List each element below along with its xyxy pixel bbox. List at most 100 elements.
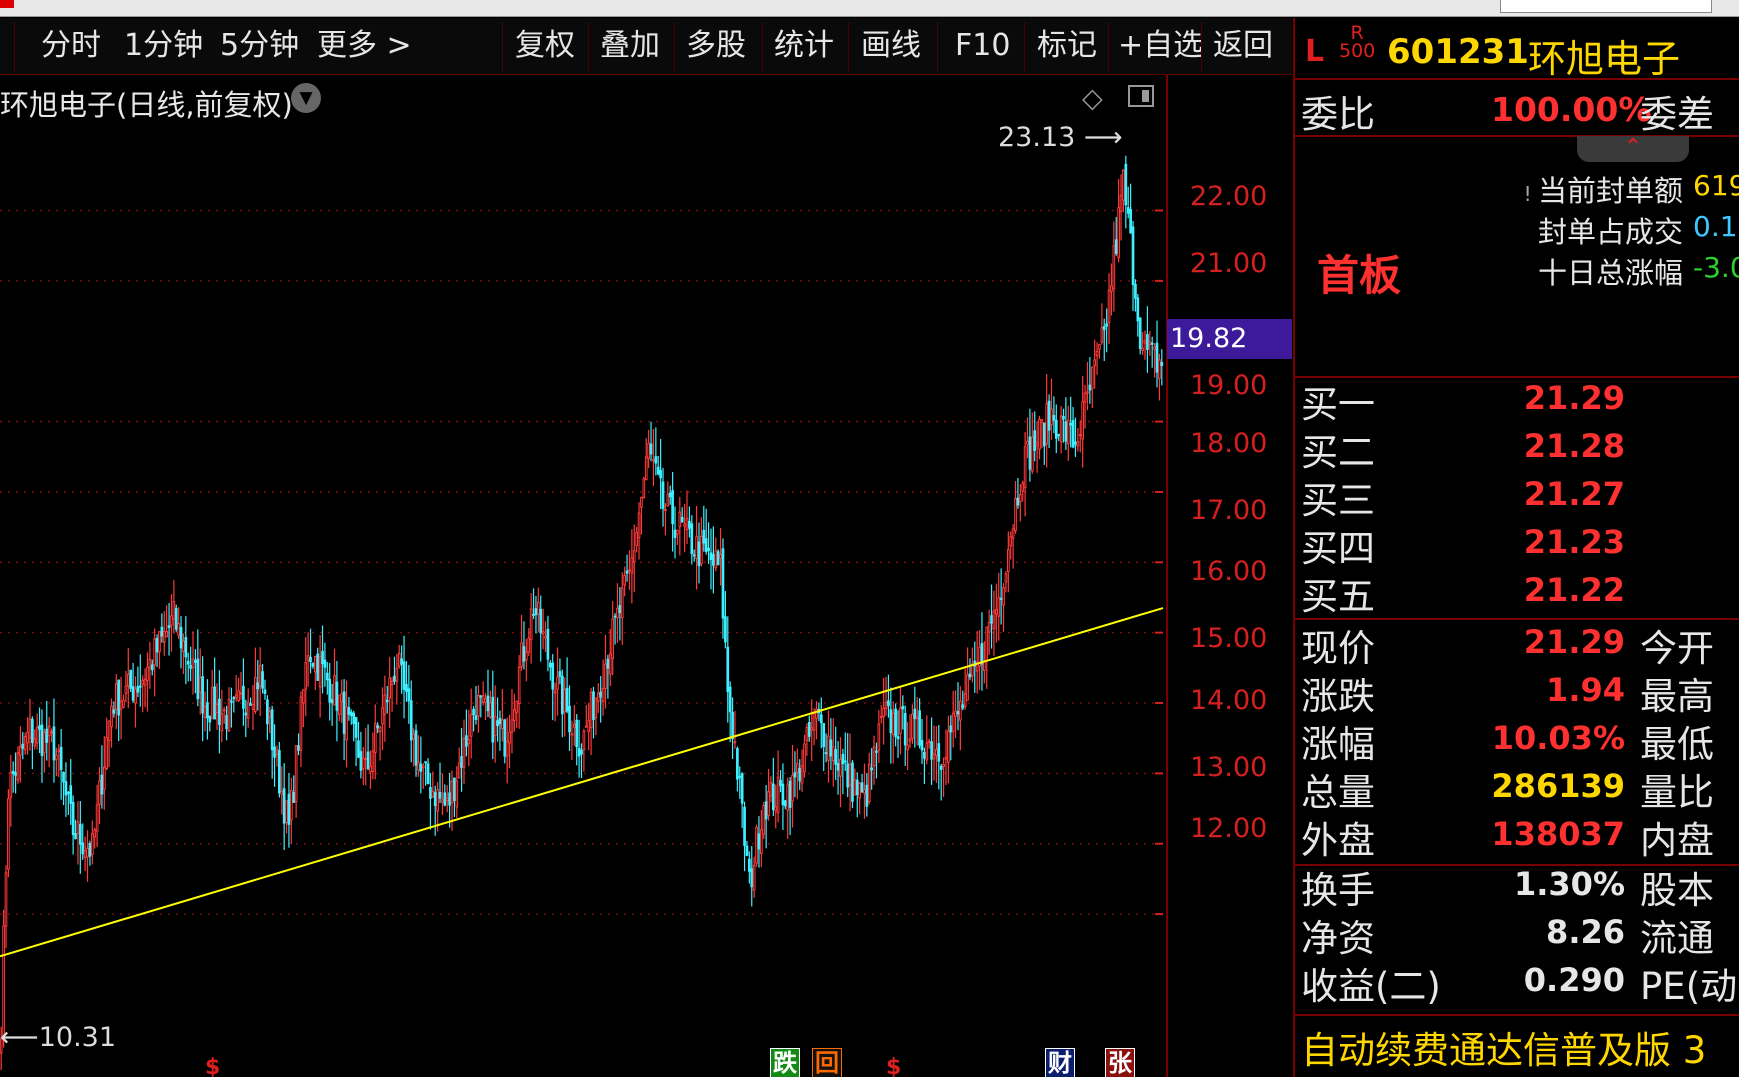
candle-body bbox=[618, 605, 622, 614]
candle-body bbox=[819, 714, 823, 724]
candle-body bbox=[911, 713, 914, 739]
candle-body bbox=[762, 804, 766, 835]
candle-body bbox=[505, 740, 509, 757]
candle-body bbox=[31, 719, 34, 744]
draw-line-button[interactable]: 画线 bbox=[861, 28, 921, 64]
diamond-icon[interactable]: ◇ bbox=[1082, 83, 1103, 114]
event-tag-buyback[interactable]: 回 bbox=[812, 1048, 842, 1077]
candle-body bbox=[592, 691, 595, 720]
stock-name: 环旭电子 bbox=[1528, 37, 1681, 81]
candle-body bbox=[764, 801, 768, 820]
overlay-button[interactable]: 叠加 bbox=[600, 28, 660, 64]
quote-value: 1.30% bbox=[1513, 865, 1625, 903]
candle-body bbox=[846, 763, 850, 788]
restore-rights-button[interactable]: 复权 bbox=[515, 28, 575, 64]
back-button[interactable]: 返回 bbox=[1213, 28, 1273, 64]
candle-body bbox=[577, 747, 581, 757]
candle-body bbox=[95, 804, 99, 832]
candle-body bbox=[534, 608, 538, 616]
chevron-down-icon[interactable]: ▼ bbox=[291, 83, 321, 113]
trend-line[interactable] bbox=[0, 607, 1164, 958]
mark-button[interactable]: 标记 bbox=[1037, 28, 1097, 64]
candle-body bbox=[767, 791, 770, 816]
candle-body bbox=[182, 640, 185, 652]
candle-body bbox=[1112, 245, 1116, 290]
scrolling-ticker[interactable]: 自动续费通达信普及版 3 bbox=[1301, 1020, 1706, 1074]
candle-body bbox=[40, 724, 44, 756]
candle-body bbox=[436, 788, 439, 812]
bid-level-label: 买三 bbox=[1301, 479, 1375, 522]
candle-body bbox=[1062, 415, 1065, 420]
dividend-mark[interactable]: $ bbox=[205, 1055, 220, 1077]
tab-5min[interactable]: 5分钟 bbox=[220, 28, 299, 64]
candle-body bbox=[839, 758, 842, 777]
candle-body bbox=[654, 456, 658, 464]
candle-body bbox=[697, 541, 701, 567]
candle-body bbox=[424, 761, 427, 764]
candle-body bbox=[43, 731, 46, 754]
candle-body bbox=[57, 749, 61, 752]
kline-plot[interactable] bbox=[0, 75, 1166, 1077]
multi-stock-button[interactable]: 多股 bbox=[686, 28, 746, 64]
candle-body bbox=[774, 806, 778, 812]
candle-body bbox=[184, 637, 188, 658]
add-watchlist-button[interactable]: +自选 bbox=[1118, 28, 1203, 64]
panel-toggle-icon[interactable] bbox=[1128, 85, 1154, 107]
candle-body bbox=[249, 703, 252, 706]
candle-body bbox=[1064, 421, 1068, 442]
candle-body bbox=[90, 833, 94, 855]
candle-body bbox=[266, 699, 269, 725]
candle-body bbox=[93, 829, 97, 838]
top-search-box[interactable] bbox=[1500, 0, 1712, 13]
candle-body bbox=[369, 765, 372, 773]
candle-body bbox=[481, 695, 485, 703]
tab-intraday[interactable]: 分时 bbox=[41, 28, 101, 64]
candle-body bbox=[203, 706, 207, 718]
candle-body bbox=[268, 711, 272, 718]
candle-body bbox=[899, 707, 902, 735]
bid-price: 21.29 bbox=[1523, 379, 1625, 417]
tab-1min[interactable]: 1分钟 bbox=[124, 28, 203, 64]
bid-price: 21.27 bbox=[1523, 475, 1625, 513]
candle-body bbox=[196, 658, 200, 700]
candle-body bbox=[1018, 493, 1022, 503]
candle-body bbox=[721, 548, 725, 619]
candle-body bbox=[19, 745, 22, 756]
candle-body bbox=[1129, 208, 1132, 234]
candle-body bbox=[572, 723, 576, 728]
candle-body bbox=[1126, 207, 1130, 214]
candle-body bbox=[1107, 289, 1111, 323]
candle-body bbox=[493, 715, 497, 737]
tab-more[interactable]: 更多 > bbox=[317, 28, 412, 64]
index-tag: R 500 bbox=[1339, 22, 1376, 62]
dividend-mark[interactable]: $ bbox=[886, 1055, 901, 1077]
quote-label-secondary: 今开 bbox=[1640, 627, 1714, 670]
candle-body bbox=[170, 615, 173, 626]
candle-body bbox=[7, 798, 10, 870]
candle-body bbox=[841, 754, 845, 765]
candle-body bbox=[1098, 344, 1101, 350]
arrow-left-icon: ⟵ bbox=[0, 1022, 39, 1053]
candle-body bbox=[793, 772, 797, 778]
collapse-chevron-icon[interactable]: ⌃ bbox=[1577, 136, 1689, 162]
event-tag-financial[interactable]: 财 bbox=[1045, 1048, 1075, 1077]
candle-body bbox=[321, 650, 324, 665]
candle-body bbox=[88, 842, 92, 857]
candle-body bbox=[688, 520, 691, 529]
candle-body bbox=[743, 806, 746, 846]
candle-body bbox=[563, 688, 567, 713]
candle-body bbox=[35, 726, 39, 744]
candle-body bbox=[726, 646, 730, 692]
candle-body bbox=[712, 554, 715, 566]
candle-body bbox=[584, 725, 588, 728]
kline-chart-panel[interactable]: 环旭电子(日线,前复权) ▼ ◇ 22.00 21.00 19.00 18.00 17.… bbox=[0, 75, 1292, 1077]
chart-toolbar: 分时 1分钟 5分钟 更多 > 复权 叠加 多股 统计 画线 F10 标记 +自… bbox=[0, 18, 1292, 75]
candle-body bbox=[551, 662, 555, 690]
f10-button[interactable]: F10 bbox=[955, 28, 1010, 64]
price-tick-label: 17.00 bbox=[1190, 495, 1268, 526]
candle-body bbox=[479, 695, 483, 698]
event-tag-limit-up[interactable]: 张 bbox=[1105, 1048, 1135, 1077]
event-tag-drop[interactable]: 跌 bbox=[770, 1048, 800, 1077]
statistics-button[interactable]: 统计 bbox=[774, 28, 834, 64]
candle-body bbox=[570, 733, 574, 736]
